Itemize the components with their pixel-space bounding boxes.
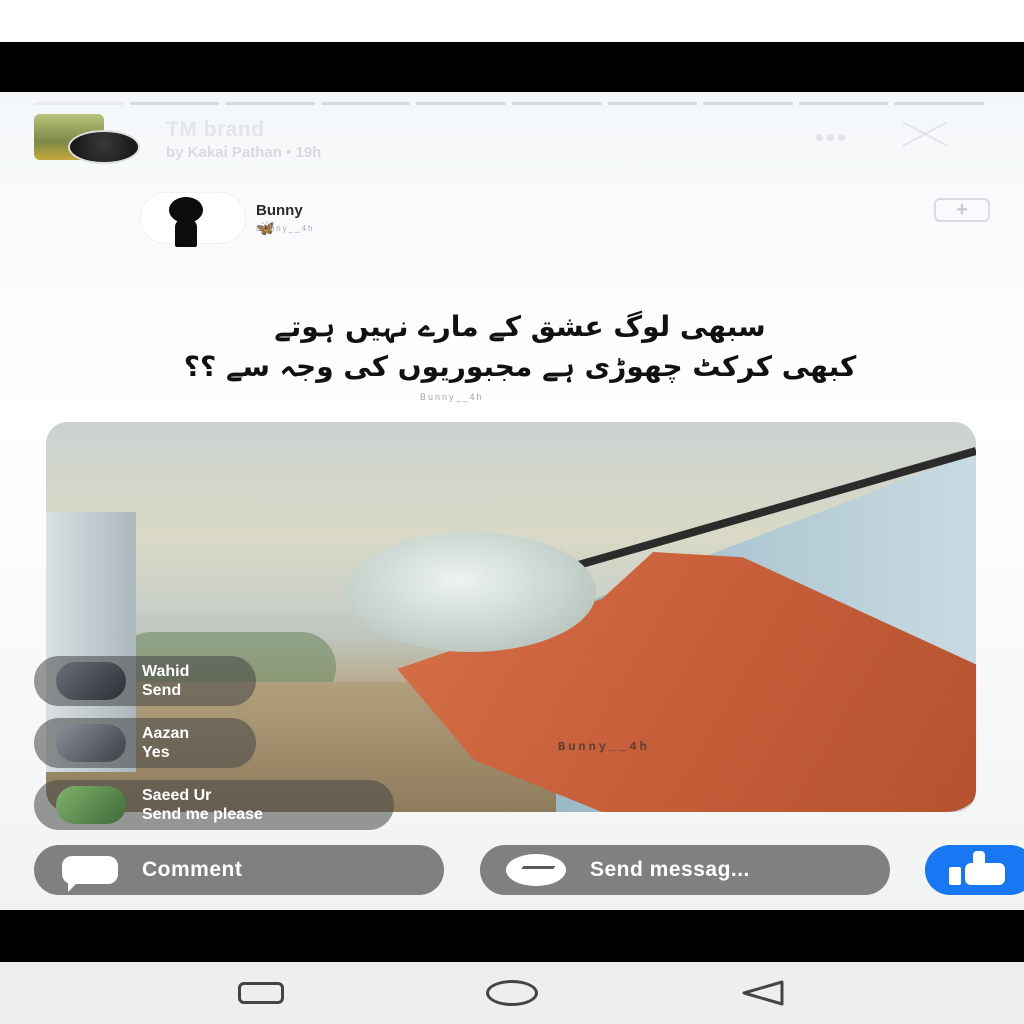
comment-item[interactable]: Wahid Send bbox=[34, 656, 256, 706]
thumbs-up-icon bbox=[947, 851, 1007, 885]
back-triangle bbox=[742, 980, 784, 1006]
story-viewer[interactable]: TM brand by Kakai Pathan • 19h ••• Bunny… bbox=[0, 92, 1024, 910]
avatar bbox=[56, 662, 126, 700]
recent-apps-icon[interactable] bbox=[238, 982, 284, 1004]
urdu-text-line1: سبھی لوگ عشق کے مارے نہیں ہوتے bbox=[274, 310, 766, 343]
top-letterbox bbox=[0, 42, 1024, 92]
progress-segment bbox=[320, 102, 411, 105]
comment-message: Yes bbox=[142, 744, 170, 761]
like-button[interactable] bbox=[925, 845, 1024, 895]
comment-text: Wahid Send bbox=[142, 662, 189, 700]
comment-author: Aazan bbox=[142, 725, 190, 742]
status-bar bbox=[0, 0, 1024, 42]
post-avatar bbox=[140, 192, 246, 247]
story-progress bbox=[34, 102, 984, 105]
post-author-handle: Bunny__4h bbox=[256, 224, 315, 233]
comment-item[interactable]: Aazan Yes bbox=[34, 718, 256, 768]
story-subtitle: by Kakai Pathan • 19h bbox=[166, 144, 322, 161]
profile-avatar bbox=[68, 130, 140, 164]
comment-text: Aazan Yes bbox=[142, 724, 189, 762]
progress-segment bbox=[607, 102, 698, 105]
progress-segment bbox=[798, 102, 889, 105]
progress-segment bbox=[894, 102, 984, 105]
comment-button-label: Comment bbox=[142, 858, 243, 881]
avatar-figure-body bbox=[175, 219, 197, 247]
avatar bbox=[56, 786, 126, 824]
comment-item[interactable]: Saeed Ur Send me please bbox=[34, 780, 394, 830]
bottom-letterbox bbox=[0, 910, 1024, 962]
messenger-icon bbox=[506, 854, 566, 886]
add-icon: + bbox=[934, 198, 990, 222]
comment-author: Wahid bbox=[142, 663, 190, 680]
thumb-palm bbox=[965, 863, 1005, 885]
avatar bbox=[56, 724, 126, 762]
watermark-handle: Bunny__4h bbox=[420, 392, 484, 402]
comment-button[interactable]: Comment bbox=[34, 845, 444, 895]
thumb-up bbox=[973, 851, 985, 867]
back-icon[interactable] bbox=[740, 978, 786, 1008]
system-nav-bar bbox=[0, 962, 1024, 1024]
close-icon[interactable] bbox=[900, 118, 948, 150]
page-avatar[interactable] bbox=[34, 114, 140, 164]
more-icon[interactable]: ••• bbox=[815, 122, 848, 153]
send-message-label: Send messag... bbox=[590, 858, 750, 881]
urdu-text-line2: کبھی کرکٹ چھوڑی ہے مجبوریوں کی وجہ سے ؟؟ bbox=[183, 350, 857, 383]
progress-segment bbox=[34, 102, 124, 105]
comment-text: Saeed Ur Send me please bbox=[142, 786, 263, 824]
photo-ball bbox=[346, 532, 596, 652]
progress-segment bbox=[703, 102, 793, 105]
progress-segment bbox=[129, 102, 220, 105]
photo-watermark: Bunny__4h bbox=[558, 740, 650, 754]
comment-message: Send bbox=[142, 682, 182, 699]
story-actions: Comment Send messag... bbox=[34, 845, 1024, 895]
thumb-cuff bbox=[949, 867, 961, 885]
comment-author: Saeed Ur bbox=[142, 787, 212, 804]
home-icon[interactable] bbox=[486, 980, 538, 1006]
progress-segment bbox=[225, 102, 315, 105]
story-header: TM brand by Kakai Pathan • 19h ••• bbox=[34, 112, 984, 172]
progress-segment bbox=[416, 102, 506, 105]
comment-message: Send me please bbox=[142, 806, 263, 823]
page-title[interactable]: TM brand bbox=[166, 118, 265, 142]
progress-segment bbox=[511, 102, 602, 105]
comment-bubble-icon bbox=[62, 856, 118, 892]
send-message-button[interactable]: Send messag... bbox=[480, 845, 890, 895]
